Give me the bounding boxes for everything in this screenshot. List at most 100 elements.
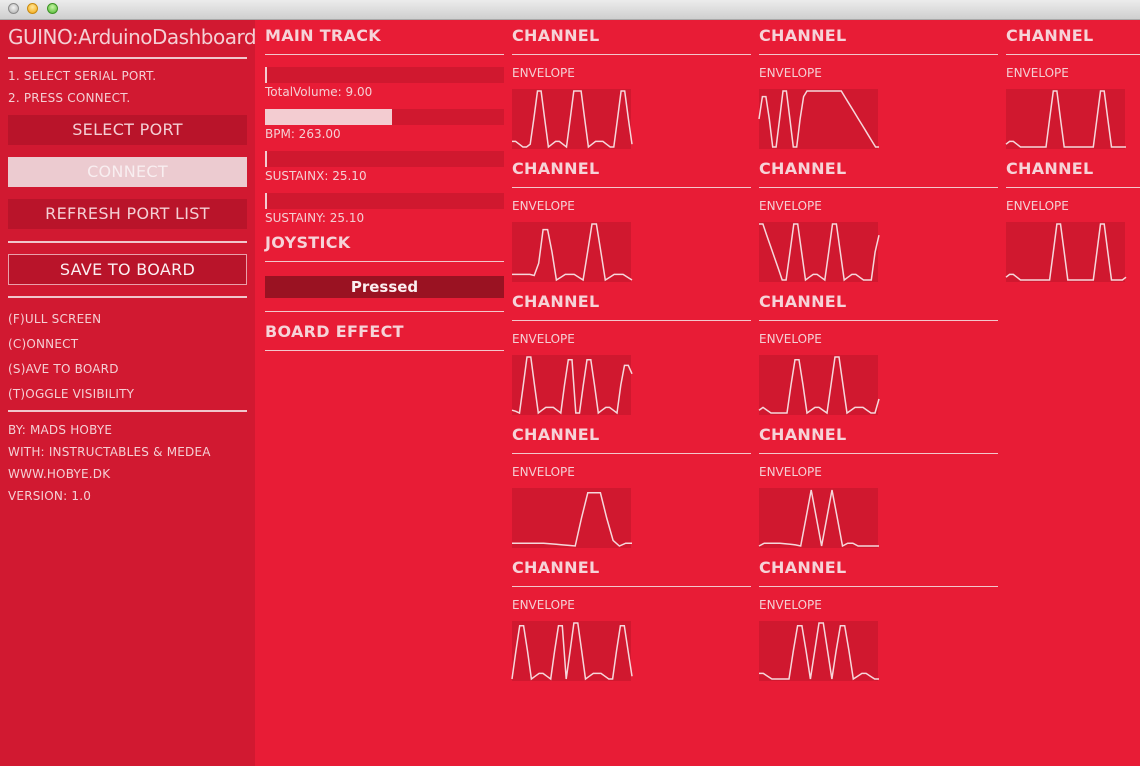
- envelope-line: [759, 622, 879, 681]
- envelope-graph[interactable]: [511, 355, 633, 415]
- window-titlebar: [0, 0, 1140, 20]
- envelope-graph[interactable]: [512, 222, 633, 282]
- envelope-curve: [1005, 90, 1126, 148]
- close-window-button[interactable]: [8, 3, 19, 14]
- envelope-label: ENVELOPE: [1006, 199, 1069, 213]
- envelope-line: [512, 223, 633, 282]
- envelope-graph[interactable]: [512, 89, 633, 149]
- envelope-graph[interactable]: [1005, 222, 1127, 282]
- slider-fill: [265, 109, 392, 125]
- envelope-label: ENVELOPE: [759, 66, 822, 80]
- envelope-line: [758, 90, 879, 148]
- envelope-label: ENVELOPE: [512, 199, 575, 213]
- channel-title: CHANNEL: [512, 558, 600, 577]
- sustainx-label: SUSTAINX: 25.10: [265, 169, 367, 183]
- connect-button[interactable]: CONNECT: [8, 157, 247, 187]
- divider: [512, 586, 751, 587]
- channel-title: CHANNEL: [759, 159, 847, 178]
- envelope-graph[interactable]: [758, 89, 879, 149]
- shortcut-fullscreen: (F)ULL SCREEN: [8, 312, 102, 326]
- envelope-curve: [512, 90, 633, 149]
- divider: [265, 261, 504, 262]
- envelope-line: [511, 356, 633, 415]
- channel-title: CHANNEL: [512, 26, 600, 45]
- divider: [759, 187, 998, 188]
- maximize-window-button[interactable]: [47, 3, 58, 14]
- envelope-curve: [1005, 223, 1127, 281]
- envelope-line: [1005, 223, 1127, 281]
- channel-title: CHANNEL: [1006, 159, 1094, 178]
- envelope-curve: [759, 622, 879, 681]
- envelope-label: ENVELOPE: [512, 465, 575, 479]
- channel-title: CHANNEL: [1006, 26, 1094, 45]
- divider: [8, 296, 247, 298]
- envelope-label: ENVELOPE: [512, 332, 575, 346]
- divider: [512, 187, 751, 188]
- envelope-line: [758, 356, 880, 415]
- envelope-curve: [511, 622, 633, 681]
- divider: [512, 320, 751, 321]
- divider: [759, 320, 998, 321]
- instruction-step-1: 1. SELECT SERIAL PORT.: [8, 69, 157, 83]
- credit-website: WWW.HOBYE.DK: [8, 467, 111, 481]
- envelope-graph[interactable]: [1005, 89, 1126, 149]
- divider: [1006, 54, 1140, 55]
- envelope-graph[interactable]: [511, 621, 633, 681]
- refresh-port-list-button[interactable]: REFRESH PORT LIST: [8, 199, 247, 229]
- channel-title: CHANNEL: [759, 292, 847, 311]
- envelope-line: [512, 90, 633, 149]
- main-track-title: MAIN TRACK: [265, 26, 381, 45]
- sidebar: GUINO:ArduinoDashboard 1. SELECT SERIAL …: [0, 20, 257, 766]
- divider: [265, 54, 504, 55]
- save-to-board-button[interactable]: SAVE TO BOARD: [8, 254, 247, 285]
- shortcut-save: (S)AVE TO BOARD: [8, 362, 119, 376]
- channel-title: CHANNEL: [512, 292, 600, 311]
- envelope-graph[interactable]: [759, 621, 879, 681]
- channel-title: CHANNEL: [512, 425, 600, 444]
- joystick-pressed-button[interactable]: Pressed: [265, 276, 504, 298]
- envelope-curve: [512, 492, 632, 547]
- channel-title: CHANNEL: [759, 558, 847, 577]
- envelope-line: [758, 489, 879, 548]
- shortcut-connect: (C)ONNECT: [8, 337, 79, 351]
- divider: [759, 54, 998, 55]
- envelope-curve: [758, 489, 879, 548]
- app-title: GUINO:ArduinoDashboard: [8, 25, 257, 49]
- divider: [265, 311, 504, 312]
- slider-handle[interactable]: [265, 67, 267, 83]
- divider: [759, 586, 998, 587]
- bpm-slider[interactable]: [265, 109, 504, 125]
- envelope-label: ENVELOPE: [759, 332, 822, 346]
- envelope-line: [511, 622, 633, 681]
- divider: [512, 453, 751, 454]
- envelope-curve: [758, 90, 879, 148]
- envelope-graph[interactable]: [758, 488, 879, 548]
- sustainx-slider[interactable]: [265, 151, 504, 167]
- divider: [512, 54, 751, 55]
- envelope-graph[interactable]: [759, 222, 880, 282]
- envelope-label: ENVELOPE: [759, 199, 822, 213]
- channel-title: CHANNEL: [759, 26, 847, 45]
- divider: [8, 410, 247, 412]
- divider: [1006, 187, 1140, 188]
- minimize-window-button[interactable]: [27, 3, 38, 14]
- totalvolume-label: TotalVolume: 9.00: [265, 85, 373, 99]
- credit-with: WITH: INSTRUCTABLES & MEDEA: [8, 445, 211, 459]
- slider-handle[interactable]: [265, 193, 267, 209]
- totalvolume-slider[interactable]: [265, 67, 504, 83]
- select-port-button[interactable]: SELECT PORT: [8, 115, 247, 145]
- envelope-line: [759, 223, 880, 282]
- envelope-graph[interactable]: [512, 488, 632, 548]
- bpm-label: BPM: 263.00: [265, 127, 341, 141]
- envelope-line: [1005, 90, 1126, 148]
- envelope-label: ENVELOPE: [1006, 66, 1069, 80]
- joystick-title: JOYSTICK: [265, 233, 351, 252]
- board-effect-title: BOARD EFFECT: [265, 322, 404, 341]
- slider-handle[interactable]: [265, 151, 267, 167]
- sustainy-slider[interactable]: [265, 193, 504, 209]
- divider: [8, 241, 247, 243]
- sustainy-label: SUSTAINY: 25.10: [265, 211, 365, 225]
- envelope-graph[interactable]: [758, 355, 880, 415]
- divider: [265, 350, 504, 351]
- envelope-curve: [759, 223, 880, 282]
